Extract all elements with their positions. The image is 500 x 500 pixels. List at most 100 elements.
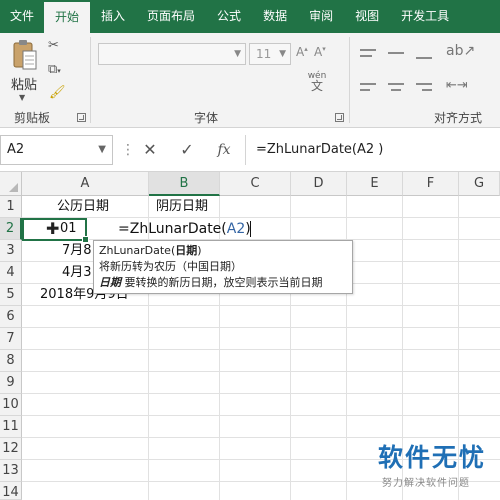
clipboard-launcher-icon[interactable] bbox=[77, 113, 86, 122]
column-header-a[interactable]: A bbox=[22, 172, 149, 196]
tooltip-param-help: 日期 要转换的新历日期，放空则表示当前日期 bbox=[99, 275, 347, 291]
ribbon-separator bbox=[349, 37, 350, 123]
cell-a3[interactable]: 7月8 bbox=[62, 240, 92, 262]
ribbon-separator bbox=[90, 37, 91, 123]
row-header[interactable]: 11 bbox=[0, 416, 22, 438]
indent-icon[interactable]: ⇤⇥ bbox=[446, 78, 468, 93]
row-header[interactable]: 8 bbox=[0, 350, 22, 372]
tab-file[interactable]: 文件 bbox=[0, 0, 44, 33]
cell-b2-editing-formula[interactable]: =ZhLunarDate(A2) bbox=[118, 218, 251, 240]
paste-dropdown-icon[interactable]: ▼ bbox=[19, 93, 25, 102]
column-header-c[interactable]: C bbox=[220, 172, 291, 196]
decrease-font-size-icon[interactable]: A▾ bbox=[314, 45, 326, 59]
cell-select-cursor-icon: ✚ bbox=[46, 219, 60, 238]
watermark-subtitle: 努力解决软件问题 bbox=[382, 478, 470, 489]
column-header-e[interactable]: E bbox=[347, 172, 403, 196]
tooltip-param: 日期 bbox=[175, 244, 198, 257]
row-header[interactable]: 4 bbox=[0, 262, 22, 284]
align-center-icon-line bbox=[391, 89, 401, 91]
tab-developer[interactable]: 开发工具 bbox=[390, 0, 460, 33]
tooltip-function-name: ZhLunarDate bbox=[99, 244, 171, 257]
text-caret bbox=[250, 221, 251, 237]
cell-b1[interactable]: 阴历日期 bbox=[156, 196, 208, 218]
cell-a4[interactable]: 4月3 bbox=[62, 262, 92, 284]
column-header-b[interactable]: B bbox=[149, 172, 220, 196]
tab-review[interactable]: 审阅 bbox=[298, 0, 344, 33]
align-left-icon-line bbox=[360, 89, 370, 91]
row-header[interactable]: 9 bbox=[0, 372, 22, 394]
watermark-logo: 软件无忧 bbox=[378, 443, 487, 472]
row-header[interactable]: 2 bbox=[0, 218, 22, 240]
alignment-group-label: 对齐方式 bbox=[434, 111, 483, 125]
formula-text: =ZhLunarDate( bbox=[118, 221, 227, 237]
font-size-dropdown-icon[interactable]: ▼ bbox=[279, 44, 286, 64]
watermark: 软件无忧 努力解决软件问题 bbox=[378, 438, 500, 500]
align-left-icon[interactable] bbox=[360, 83, 376, 85]
tab-page-layout[interactable]: 页面布局 bbox=[136, 0, 206, 33]
gridline bbox=[22, 415, 500, 416]
select-all-corner[interactable] bbox=[0, 172, 22, 196]
formula-bar: A2 ▼ ⋮ ✕ ✓ fx =ZhLunarDate(A2 ) bbox=[0, 128, 500, 172]
column-header-f[interactable]: F bbox=[403, 172, 459, 196]
cancel-entry-icon[interactable]: ✕ bbox=[138, 138, 162, 162]
font-size-combobox[interactable]: 11 ▼ bbox=[249, 43, 291, 65]
row-header[interactable]: 14 bbox=[0, 482, 22, 500]
tab-home[interactable]: 开始 bbox=[44, 0, 91, 33]
tooltip-param-description: 要转换的新历日期，放空则表示当前日期 bbox=[124, 276, 323, 289]
name-box[interactable]: A2 ▼ bbox=[0, 135, 113, 165]
row-header[interactable]: 5 bbox=[0, 284, 22, 306]
orientation-icon[interactable]: ab↗ bbox=[446, 43, 475, 59]
align-middle-icon[interactable] bbox=[388, 52, 404, 54]
font-name-combobox[interactable]: ▼ bbox=[98, 43, 246, 65]
tooltip-signature[interactable]: ZhLunarDate(日期) bbox=[99, 243, 347, 259]
align-bottom-icon[interactable] bbox=[416, 57, 432, 59]
row-header[interactable]: 6 bbox=[0, 306, 22, 328]
paste-clipboard-icon[interactable] bbox=[12, 39, 38, 71]
gridline bbox=[22, 327, 500, 328]
copy-icon[interactable]: ⧉▾ bbox=[48, 62, 61, 77]
row-header[interactable]: 1 bbox=[0, 196, 22, 218]
phonetic-guide-icon[interactable]: wén 文 bbox=[306, 71, 328, 93]
enter-entry-icon[interactable]: ✓ bbox=[175, 138, 199, 162]
clipboard-group-label: 剪贴板 bbox=[14, 111, 51, 125]
align-top-icon[interactable] bbox=[360, 49, 376, 51]
tab-formulas[interactable]: 公式 bbox=[206, 0, 252, 33]
gridline bbox=[22, 393, 500, 394]
font-launcher-icon[interactable] bbox=[335, 113, 344, 122]
row-header[interactable]: 3 bbox=[0, 240, 22, 262]
column-header-d[interactable]: D bbox=[291, 172, 347, 196]
align-center-icon[interactable] bbox=[388, 83, 404, 85]
tab-view[interactable]: 视图 bbox=[344, 0, 390, 33]
column-header-g[interactable]: G bbox=[459, 172, 500, 196]
gridline bbox=[22, 371, 500, 372]
row-header[interactable]: 13 bbox=[0, 460, 22, 482]
insert-function-icon[interactable]: fx bbox=[212, 138, 236, 162]
font-size-value: 11 bbox=[256, 47, 272, 61]
formula-reference: A2 bbox=[226, 221, 246, 237]
name-box-value: A2 bbox=[7, 142, 25, 157]
align-top-icon-line bbox=[360, 55, 372, 57]
ribbon-home: 粘贴 ▼ ✂ ⧉▾ 🖌 剪贴板 ▼ 11 ▼ A▴ A▾ wén 文 字体 ab↗… bbox=[0, 33, 500, 128]
formula-bar-grip-icon[interactable]: ⋮ bbox=[121, 142, 135, 158]
formula-input[interactable]: =ZhLunarDate(A2 ) bbox=[245, 135, 500, 165]
gridline bbox=[22, 349, 500, 350]
align-right-icon[interactable] bbox=[416, 83, 432, 85]
row-header[interactable]: 7 bbox=[0, 328, 22, 350]
cell-a1[interactable]: 公历日期 bbox=[57, 196, 109, 218]
name-box-dropdown-icon[interactable]: ▼ bbox=[98, 136, 106, 164]
ribbon-tab-bar: 文件 开始 插入 页面布局 公式 数据 审阅 视图 开发工具 bbox=[0, 0, 500, 33]
font-name-dropdown-icon[interactable]: ▼ bbox=[234, 44, 241, 64]
tab-data[interactable]: 数据 bbox=[252, 0, 298, 33]
tab-insert[interactable]: 插入 bbox=[90, 0, 136, 33]
format-painter-icon[interactable]: 🖌 bbox=[49, 85, 66, 100]
function-tooltip: ZhLunarDate(日期) 将新历转为农历（中国日期） 日期 要转换的新历日… bbox=[93, 240, 353, 294]
tooltip-description: 将新历转为农历（中国日期） bbox=[99, 260, 242, 273]
align-right-icon-line bbox=[422, 89, 432, 91]
paste-button[interactable]: 粘贴 bbox=[11, 74, 37, 93]
row-header[interactable]: 12 bbox=[0, 438, 22, 460]
row-header[interactable]: 10 bbox=[0, 394, 22, 416]
tooltip-param-label: 日期 bbox=[99, 276, 121, 289]
cut-scissors-icon[interactable]: ✂ bbox=[48, 38, 59, 53]
increase-font-size-icon[interactable]: A▴ bbox=[296, 45, 308, 59]
font-group-label: 字体 bbox=[194, 111, 219, 125]
